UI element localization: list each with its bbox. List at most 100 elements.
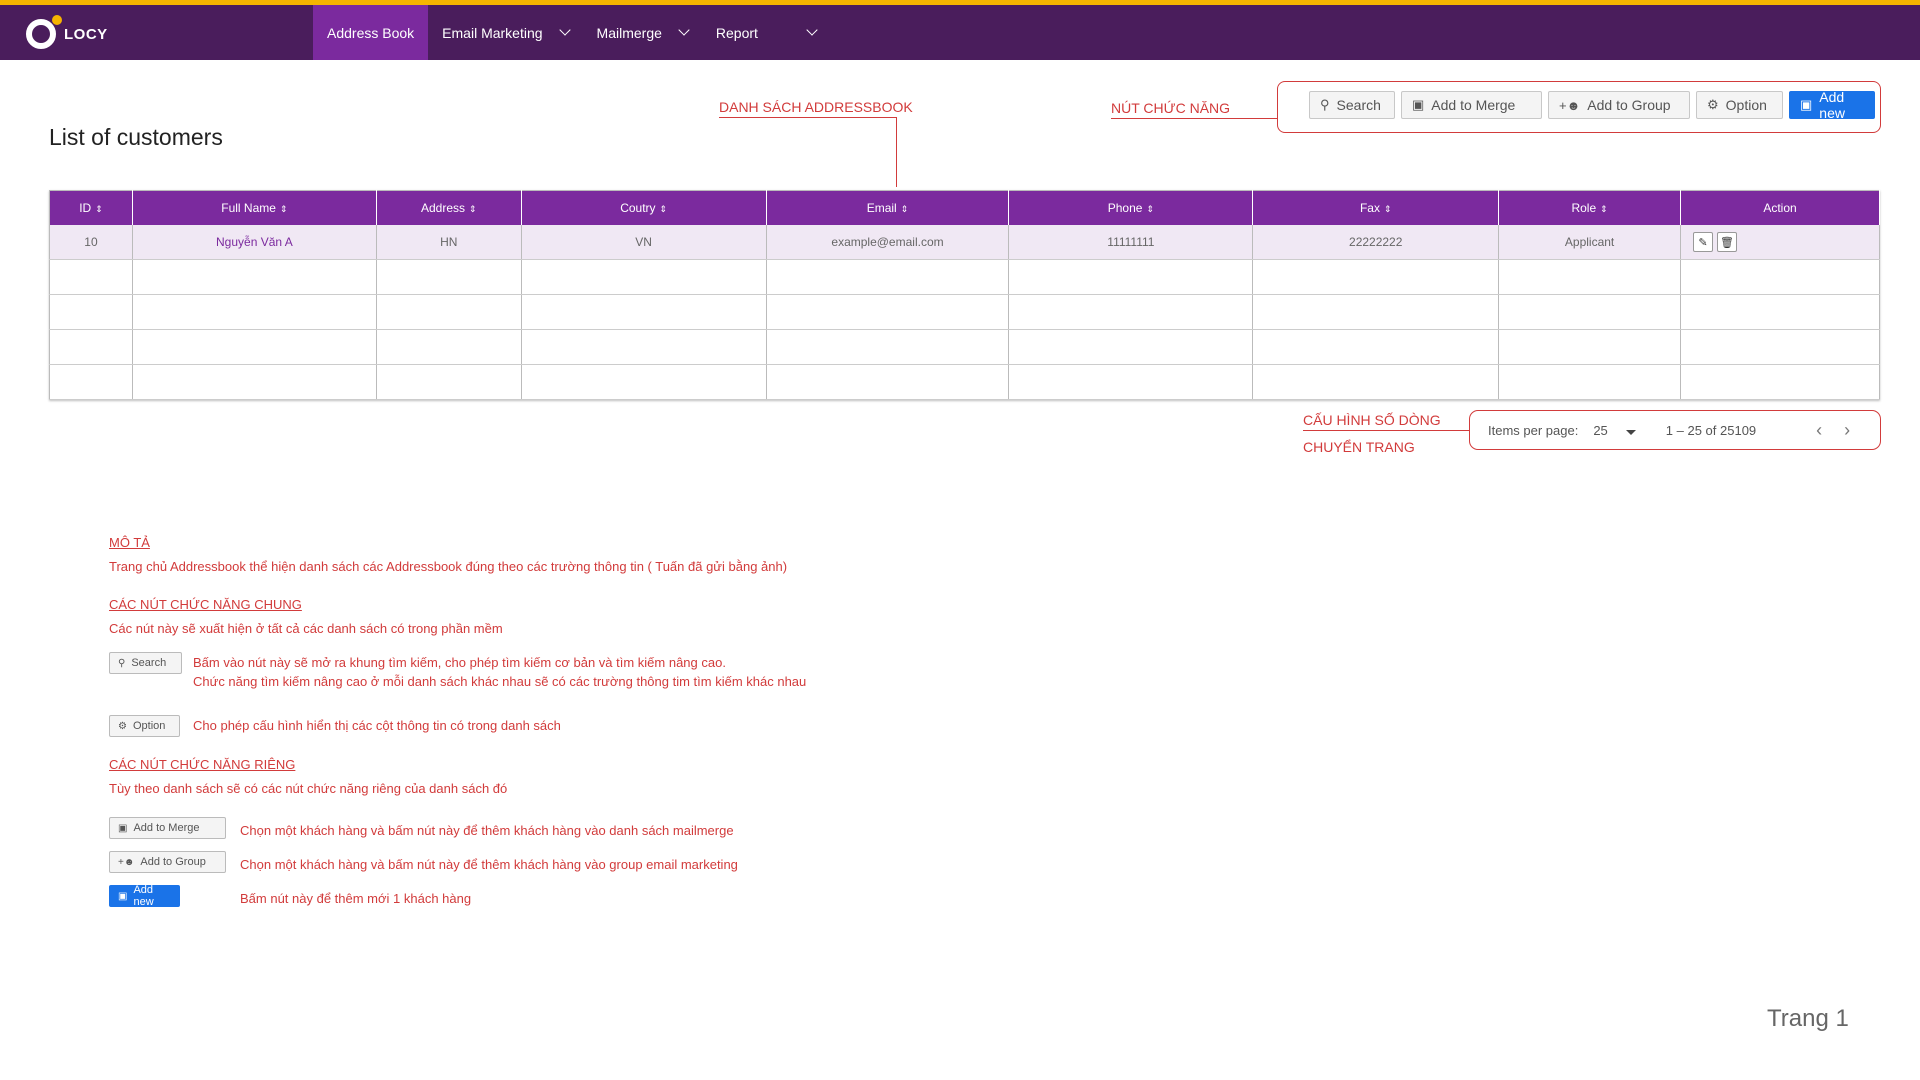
cell-phone: 11111111 <box>1008 225 1254 260</box>
search-description-line1: Bấm vào nút này sẽ mở ra khung tìm kiếm,… <box>193 655 726 670</box>
plus-square-icon: ▣ <box>118 890 128 902</box>
cell-country: VN <box>521 225 767 260</box>
cell-full-name[interactable]: Nguyễn Văn A <box>132 225 377 260</box>
column-label: Fax <box>1359 201 1380 215</box>
table-row-empty <box>49 259 1880 295</box>
column-label: Role <box>1571 201 1597 215</box>
column-header-action: Action <box>1680 190 1880 225</box>
edit-icon[interactable]: ✎ <box>1693 232 1714 252</box>
column-header-full-name[interactable]: Full Name ⇕ <box>132 190 377 225</box>
sort-icon: ⇕ <box>95 204 103 214</box>
merge-icon: ▣ <box>1412 97 1425 112</box>
logo-dot-icon <box>52 15 62 25</box>
chevron-down-icon <box>806 24 818 36</box>
description-text: Trang chủ Addressbook thể hiện danh sách… <box>109 559 788 574</box>
column-label: Email <box>866 201 897 215</box>
column-header-phone[interactable]: Phone ⇕ <box>1008 190 1254 225</box>
column-label: Full Name <box>221 201 276 215</box>
search-description-line2: Chức năng tìm kiếm nâng cao ở mỗi danh s… <box>193 674 807 689</box>
table-row-empty <box>49 329 1880 365</box>
logo-text: LOCY <box>64 25 108 43</box>
sort-icon: ⇕ <box>1383 204 1392 214</box>
option-button-label: Option <box>1725 97 1767 113</box>
example-add-to-group-label: Add to Group <box>140 856 206 868</box>
example-add-to-merge-label: Add to Merge <box>133 822 200 834</box>
add-to-merge-description: Chọn một khách hàng và bấm nút này để th… <box>240 823 734 838</box>
column-header-email[interactable]: Email ⇕ <box>766 190 1010 225</box>
column-label: Address <box>420 201 465 215</box>
add-group-icon: +☻ <box>118 856 135 868</box>
chevron-down-icon <box>678 24 690 36</box>
option-description: Cho phép cấu hình hiển thị các cột thông… <box>193 718 561 733</box>
plus-square-icon: ▣ <box>1800 97 1813 112</box>
nav-item-report[interactable]: Report <box>702 5 830 60</box>
column-label: ID <box>79 201 92 215</box>
add-to-merge-label: Add to Merge <box>1431 97 1516 113</box>
option-button[interactable]: ⚙ Option <box>1696 91 1783 119</box>
column-header-fax[interactable]: Fax ⇕ <box>1252 190 1500 225</box>
add-to-group-button[interactable]: +☻ Add to Group <box>1548 91 1690 119</box>
add-group-icon: +☻ <box>1559 97 1581 113</box>
annotation-underline <box>719 117 897 118</box>
page-number: Trang 1 <box>1767 1005 1849 1032</box>
add-to-group-label: Add to Group <box>1587 97 1671 113</box>
column-header-address[interactable]: Address ⇕ <box>376 190 522 225</box>
toolbar: ⚲ Search ▣ Add to Merge +☻ Add to Group ⚙ Op… <box>1309 89 1875 121</box>
top-navbar: LOCY Address Book Email Marketing Mailme… <box>0 0 1920 60</box>
sort-icon: ⇕ <box>1600 204 1608 214</box>
cell-id: 10 <box>49 225 133 260</box>
example-search-button: ⚲ Search <box>109 652 182 674</box>
add-new-button[interactable]: ▣ Add new <box>1789 89 1875 121</box>
dropdown-arrow-icon <box>1625 430 1636 435</box>
nav-item-mailmerge[interactable]: Mailmerge <box>583 5 702 60</box>
annotation-rows-config: CẤU HÌNH SỐ DÒNG <box>1303 412 1441 428</box>
column-label: Action <box>1763 201 1797 215</box>
nav-item-label: Email Marketing <box>442 24 543 41</box>
cell-action: ✎ 🗑 <box>1680 225 1880 260</box>
previous-page-icon[interactable]: ‹ <box>1816 420 1822 441</box>
example-option-label: Option <box>132 720 166 732</box>
annotation-function-buttons: NÚT CHỨC NĂNG <box>1111 100 1231 116</box>
example-add-to-merge-button: ▣ Add to Merge <box>109 817 226 839</box>
items-per-page-select[interactable]: 25 <box>1593 423 1636 438</box>
add-to-merge-button[interactable]: ▣ Add to Merge <box>1401 91 1542 119</box>
page-title: List of customers <box>49 124 223 150</box>
main-nav: Address Book Email Marketing Mailmerge R… <box>313 5 830 60</box>
annotation-addressbook-list: DANH SÁCH ADDRESSBOOK <box>719 99 913 115</box>
gear-icon: ⚙ <box>118 720 127 732</box>
sort-icon: ⇕ <box>1146 204 1154 214</box>
common-buttons-text: Các nút này sẽ xuất hiện ở tất cả các da… <box>109 621 503 636</box>
sort-icon: ⇕ <box>659 204 668 214</box>
table-row[interactable]: 10 Nguyễn Văn A HN VN example@email.com … <box>49 225 1880 260</box>
example-search-label: Search <box>131 657 167 669</box>
column-header-role[interactable]: Role ⇕ <box>1498 190 1682 225</box>
column-header-country[interactable]: Coutry ⇕ <box>521 190 767 225</box>
description-title: MÔ TẢ <box>109 535 150 550</box>
cell-address: HN <box>376 225 522 260</box>
annotation-pointer-line <box>1111 118 1277 119</box>
next-page-icon[interactable]: › <box>1844 420 1850 441</box>
nav-item-label: Mailmerge <box>596 24 662 41</box>
column-header-id[interactable]: ID ⇕ <box>49 190 133 225</box>
add-new-button-label: Add new <box>1819 89 1845 121</box>
search-icon: ⚲ <box>118 657 126 669</box>
app-logo[interactable]: LOCY <box>26 15 108 49</box>
items-per-page-value: 25 <box>1593 423 1608 438</box>
search-icon: ⚲ <box>1320 97 1330 112</box>
add-to-group-description: Chọn một khách hàng và bấm nút này để th… <box>240 857 738 872</box>
nav-item-address-book[interactable]: Address Book <box>313 5 429 60</box>
example-add-new-label: Add new <box>133 884 154 908</box>
annotation-pointer-line <box>1303 430 1469 431</box>
example-add-new-button: ▣ Add new <box>109 884 180 908</box>
example-add-to-group-button: +☻ Add to Group <box>109 851 226 873</box>
nav-item-email-marketing[interactable]: Email Marketing <box>428 5 582 60</box>
chevron-down-icon <box>558 24 571 36</box>
annotation-pointer-line <box>896 117 897 187</box>
delete-icon[interactable]: 🗑 <box>1717 232 1738 252</box>
merge-icon: ▣ <box>118 822 128 834</box>
search-button[interactable]: ⚲ Search <box>1309 91 1395 119</box>
column-label: Coutry <box>620 201 656 215</box>
items-per-page-label: Items per page: <box>1488 423 1579 438</box>
nav-item-label: Address Book <box>327 24 415 41</box>
specific-buttons-text: Tùy theo danh sách sẽ có các nút chức nă… <box>109 781 508 796</box>
